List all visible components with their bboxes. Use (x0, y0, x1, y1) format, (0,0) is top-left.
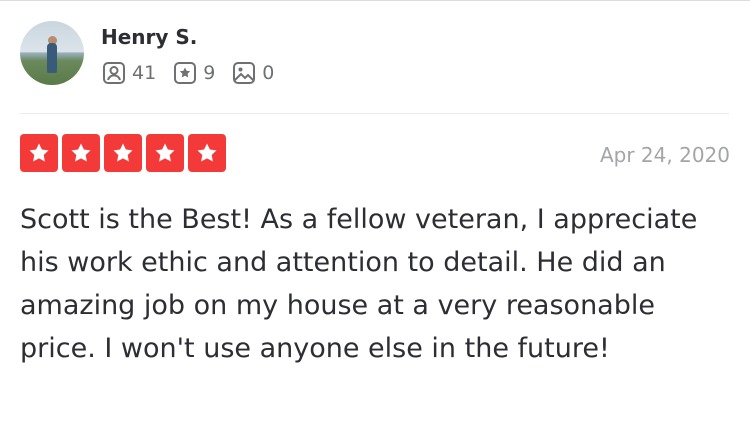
star-icon (155, 143, 175, 162)
star-5 (188, 134, 226, 172)
review-date: Apr 24, 2020 (599, 143, 730, 167)
star-2 (62, 134, 100, 172)
star-4 (146, 134, 184, 172)
star-icon (29, 143, 49, 162)
star-icon (113, 143, 133, 162)
avatar[interactable] (20, 21, 84, 85)
divider (20, 113, 729, 114)
review-star-icon (174, 62, 197, 84)
photos-stat: 0 (232, 61, 274, 85)
avatar-figure (47, 43, 57, 73)
top-border (0, 0, 750, 1)
star-1 (20, 134, 58, 172)
star-icon (71, 143, 91, 162)
photos-count: 0 (262, 62, 275, 84)
star-icon (197, 143, 217, 162)
review-text: Scott is the Best! As a fellow veteran, … (20, 204, 698, 364)
friends-count: 41 (132, 62, 157, 84)
user-name[interactable]: Henry S. (101, 25, 197, 49)
user-stats: 41 9 0 (102, 61, 291, 85)
photo-icon (233, 62, 256, 84)
friends-icon (103, 62, 125, 84)
reviews-stat: 9 (173, 61, 215, 85)
reviews-count: 9 (203, 62, 216, 84)
star-rating (20, 134, 230, 172)
star-3 (104, 134, 142, 172)
friends-stat: 41 (102, 61, 156, 85)
